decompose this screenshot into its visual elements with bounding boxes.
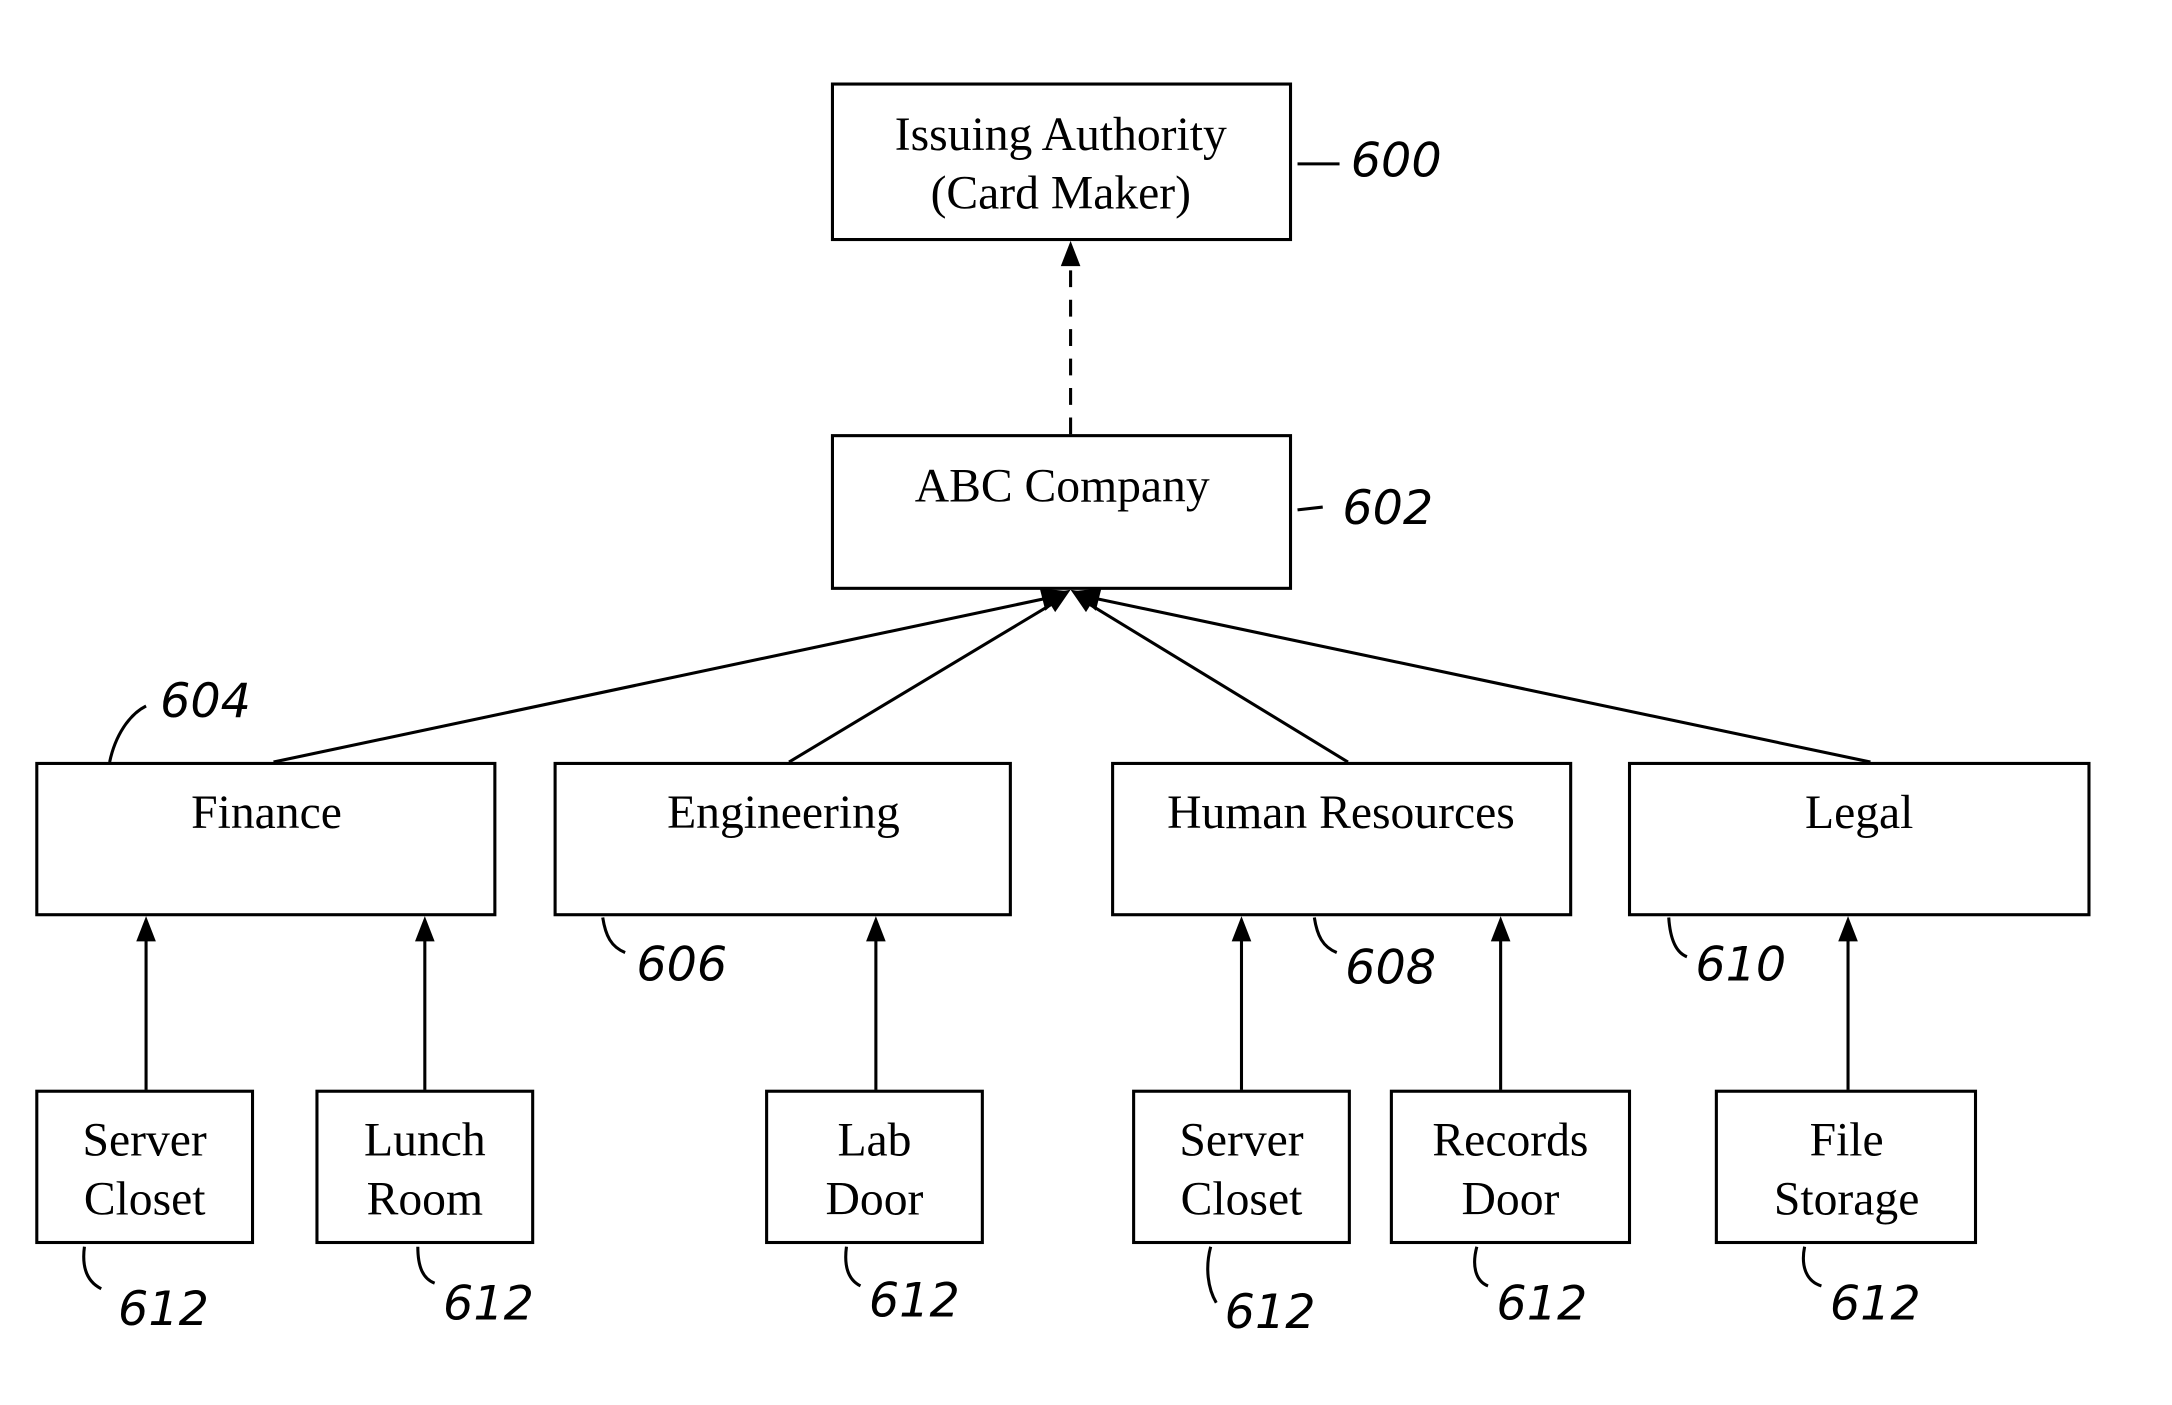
ref-leader (1473, 1246, 1489, 1288)
ref-leader (1312, 917, 1338, 954)
ref-leader (601, 917, 626, 954)
node-label: Human Resources (1167, 787, 1515, 839)
ref-number: 612 (1496, 1277, 1587, 1332)
ref-number: 606 (636, 938, 727, 993)
ref-number: 612 (1225, 1285, 1316, 1340)
node-label: Legal (1805, 787, 1913, 839)
ref-leader (1206, 1246, 1218, 1304)
ref-leader (1801, 1246, 1822, 1288)
node-label-line1: Issuing Authority (895, 109, 1227, 161)
node-finance-server-closet: Server Closet 612 (35, 1089, 255, 1337)
node-legal-file-storage: File Storage 612 (1714, 1089, 1978, 1332)
arrowhead (866, 916, 886, 942)
ref-number: 608 (1345, 940, 1436, 995)
ref-leader (416, 1246, 436, 1285)
node-label-line1: Server (83, 1115, 207, 1167)
arrowhead (136, 916, 156, 942)
arrowhead (1838, 916, 1858, 942)
ref-number: 610 (1695, 938, 1786, 993)
node-label-line1: Lab (837, 1115, 911, 1167)
node-hr-records-door: Records Door 612 (1389, 1089, 1632, 1332)
node-label-line2: Door (826, 1173, 924, 1225)
arrowhead (1231, 916, 1252, 942)
ref-leader (1667, 917, 1688, 959)
node-engineering-lab-door: Lab Door 612 (765, 1089, 984, 1329)
node-label-line1: Lunch (364, 1115, 486, 1167)
ref-number: 612 (118, 1282, 209, 1337)
arrowhead (1060, 240, 1081, 267)
node-engineering: Engineering 606 (553, 761, 1012, 993)
arrowhead (415, 916, 435, 942)
node-finance-lunch-room: Lunch Room 612 (315, 1089, 535, 1332)
node-label: Finance (191, 787, 342, 839)
node-label-line2: Closet (1181, 1173, 1303, 1225)
node-issuing-authority: Issuing Authority (Card Maker) 600 (830, 82, 1442, 242)
edge-finance-to-company (273, 595, 1055, 764)
node-label-line2: Door (1462, 1173, 1560, 1225)
ref-number: 612 (443, 1277, 534, 1332)
ref-number: 600 (1351, 134, 1442, 189)
node-label-line1: Records (1432, 1115, 1588, 1167)
ref-leader (82, 1246, 102, 1291)
node-label-line2: Closet (84, 1173, 206, 1225)
ref-number: 612 (869, 1274, 960, 1329)
hierarchy-diagram: Issuing Authority (Card Maker) 600 ABC C… (35, 82, 2091, 1340)
node-label-line1: Server (1179, 1115, 1303, 1167)
node-label: Engineering (667, 787, 900, 839)
arrowhead (1490, 916, 1511, 942)
ref-number: 612 (1830, 1277, 1921, 1332)
node-legal: Legal 610 (1627, 761, 2091, 993)
node-label-line2: Storage (1774, 1173, 1919, 1225)
edge-legal-to-company (1087, 595, 1871, 764)
node-label-line2: (Card Maker) (931, 168, 1191, 220)
ref-number: 602 (1342, 481, 1433, 536)
node-label-line2: Room (367, 1173, 483, 1225)
node-label-line1: File (1810, 1115, 1884, 1167)
ref-number: 604 (160, 674, 251, 729)
node-hr-server-closet: Server Closet 612 (1132, 1089, 1351, 1340)
ref-leader (108, 704, 147, 763)
node-finance: Finance 604 (35, 674, 497, 917)
ref-leader (1297, 505, 1323, 512)
node-label: ABC Company (915, 460, 1210, 512)
node-abc-company: ABC Company 602 (830, 434, 1433, 590)
ref-leader (844, 1246, 862, 1288)
